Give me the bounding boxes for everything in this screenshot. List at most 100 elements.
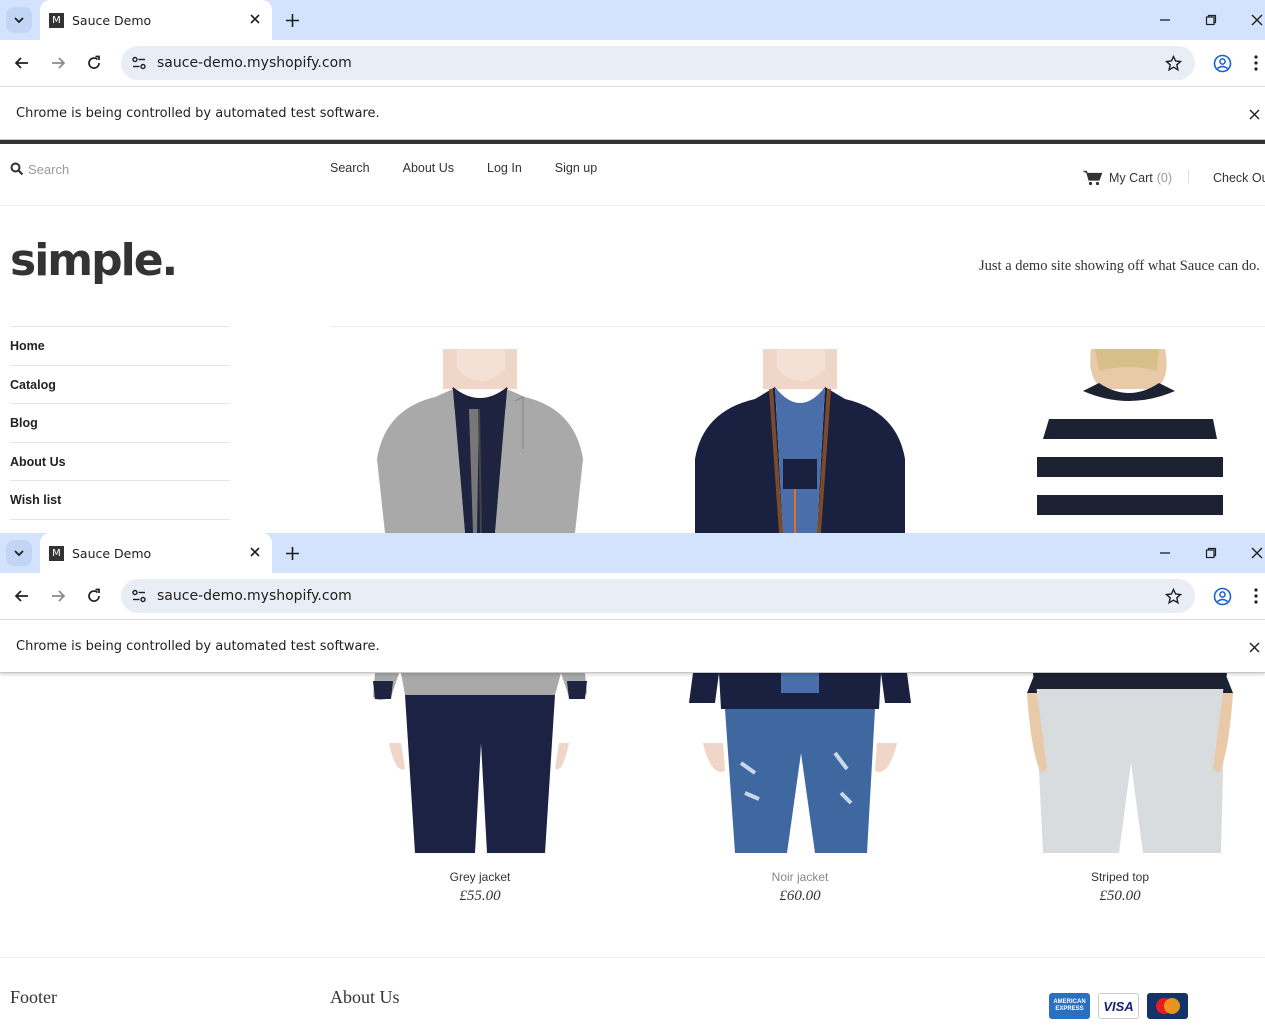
product-image-striped-top[interactable] [1025,673,1235,853]
tab-title: Sauce Demo [72,546,152,561]
tab-strip: M Sauce Demo [0,533,1265,573]
minimize-icon [1160,552,1170,554]
site-tagline: Just a demo site showing off what Sauce … [979,258,1260,274]
cart-label: My Cart [1109,171,1153,185]
new-tab-button[interactable] [282,10,302,30]
product-image-grey-jacket[interactable] [365,349,595,533]
site-logo[interactable]: simple. [10,235,178,286]
sidebar-item-blog[interactable]: Blog [10,404,230,443]
new-tab-button[interactable] [282,543,302,563]
browser-chrome-top: M Sauce Demo sauce-demo.myshopify.com Ch… [0,0,1265,140]
close-icon [1251,14,1263,26]
profile-button[interactable] [1210,584,1234,608]
visa-icon: VISA [1098,993,1139,1019]
chevron-down-icon [14,17,24,24]
product-name-noir-jacket[interactable]: Noir jacket [700,870,900,884]
site-info-button[interactable] [129,53,149,73]
browser-chrome-bottom: M Sauce Demo sauce-demo.myshopify.com Ch… [0,533,1265,673]
reload-icon [88,588,100,602]
infobar-message: Chrome is being controlled by automated … [16,106,380,121]
browser-menu-button[interactable] [1248,584,1264,608]
footer-divider [0,957,1265,958]
mastercard-circles-icon [1155,998,1180,1014]
my-cart-link[interactable]: My Cart (0) [1083,170,1172,186]
url-text: sauce-demo.myshopify.com [157,55,352,71]
tab-strip: M Sauce Demo [0,0,1265,40]
arrow-left-icon [14,590,28,602]
restore-icon [1205,547,1217,559]
browser-toolbar: sauce-demo.myshopify.com [0,573,1265,619]
site-favicon-icon: M [49,13,64,28]
header-link-sign-up[interactable]: Sign up [555,161,597,175]
tune-icon [132,56,146,70]
mastercard-icon [1147,993,1188,1019]
header-links: Search About Us Log In Sign up [330,161,630,175]
restore-icon [1205,14,1217,26]
page-viewport-top: Search About Us Log In Sign up My Cart (… [0,140,1265,533]
restore-button[interactable] [1201,10,1221,30]
content-divider [330,326,1265,327]
product-image-noir-jacket[interactable] [685,349,915,533]
sidebar-item-home[interactable]: Home [10,327,230,366]
bookmark-button[interactable] [1163,586,1183,606]
shopping-cart-icon [1083,170,1103,186]
sidebar-item-about-us[interactable]: About Us [10,443,230,482]
minimize-button[interactable] [1155,10,1175,30]
plus-icon [285,546,299,560]
browser-menu-button[interactable] [1248,51,1264,75]
more-vertical-icon [1254,55,1258,71]
tab-search-button[interactable] [6,7,32,33]
restore-button[interactable] [1201,543,1221,563]
product-image-noir-jacket[interactable] [685,673,915,853]
header-divider [1188,170,1189,184]
reload-icon [88,55,100,69]
header-link-about-us[interactable]: About Us [403,161,454,175]
arrow-right-icon [52,590,66,602]
site-header: Search About Us Log In Sign up My Cart (… [0,144,1265,206]
minimize-button[interactable] [1155,543,1175,563]
footer-title: Footer [10,987,57,1007]
product-name-striped-top[interactable]: Striped top [1020,870,1220,884]
infobar-close-button[interactable] [1244,104,1264,124]
cart-count: (0) [1156,171,1173,185]
infobar-close-button[interactable] [1244,637,1264,657]
back-button[interactable] [10,584,34,608]
forward-button[interactable] [46,51,70,75]
close-icon [250,14,260,24]
tune-icon [132,589,146,603]
sidebar-item-wish-list[interactable]: Wish list [10,481,230,520]
product-image-striped-top[interactable] [1025,349,1235,533]
reload-button[interactable] [82,584,106,608]
bookmark-button[interactable] [1163,53,1183,73]
site-info-button[interactable] [129,586,149,606]
header-link-search[interactable]: Search [330,161,370,175]
arrow-left-icon [14,57,28,69]
tab-search-button[interactable] [6,540,32,566]
header-link-log-in[interactable]: Log In [487,161,522,175]
account-circle-icon [1213,54,1231,72]
product-image-grey-jacket[interactable] [365,673,595,853]
checkout-link[interactable]: Check Out [1213,171,1265,185]
minimize-icon [1160,19,1170,21]
product-name-grey-jacket[interactable]: Grey jacket [380,870,580,884]
forward-button[interactable] [46,584,70,608]
account-circle-icon [1213,587,1231,605]
search-input[interactable] [28,157,228,181]
address-bar[interactable]: sauce-demo.myshopify.com [121,579,1195,613]
sidebar-item-catalog[interactable]: Catalog [10,366,230,405]
arrow-right-icon [52,57,66,69]
star-icon [1164,54,1182,71]
address-bar[interactable]: sauce-demo.myshopify.com [121,46,1195,80]
browser-tab[interactable]: M Sauce Demo [40,533,272,573]
reload-button[interactable] [82,51,106,75]
tab-close-button[interactable] [246,10,264,28]
close-icon [1249,109,1259,119]
back-button[interactable] [10,51,34,75]
window-close-button[interactable] [1247,543,1265,563]
profile-button[interactable] [1210,51,1234,75]
tab-close-button[interactable] [246,543,264,561]
browser-tab[interactable]: M Sauce Demo [40,0,272,40]
window-close-button[interactable] [1247,10,1265,30]
site-favicon-icon: M [49,546,64,561]
browser-toolbar: sauce-demo.myshopify.com [0,40,1265,86]
